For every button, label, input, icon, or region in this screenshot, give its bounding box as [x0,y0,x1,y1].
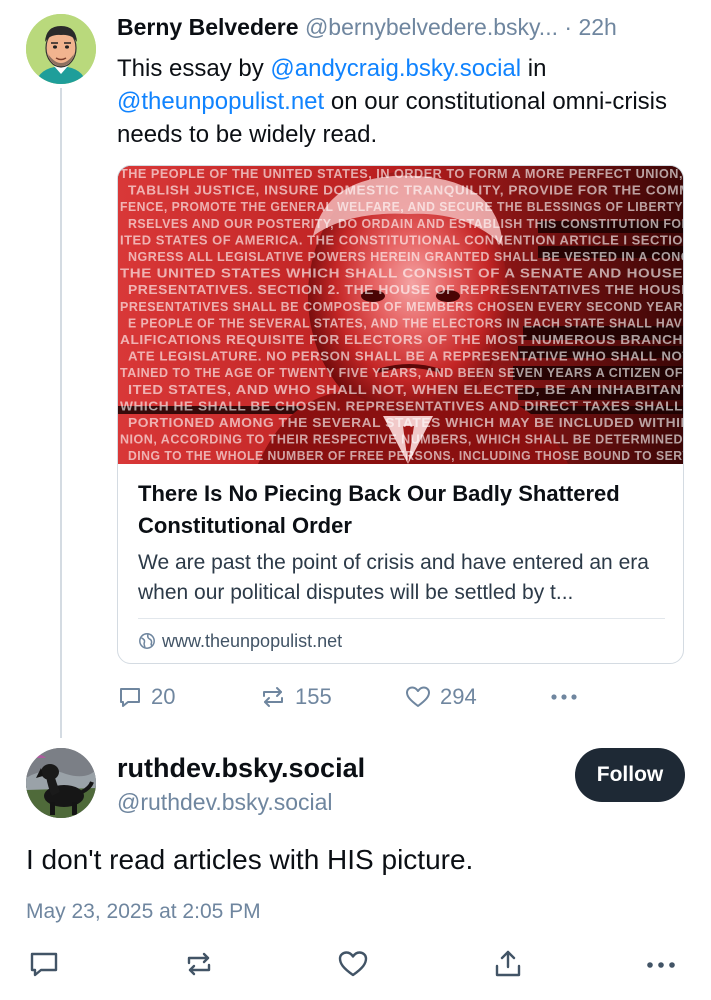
reply-timestamp: May 23, 2025 at 2:05 PM [26,900,261,923]
card-image-text-row: WHICH HE SHALL BE CHOSEN. REPRESENTATIVE… [120,399,683,413]
card-image-text-row: NGRESS ALL LEGISLATIVE POWERS HEREIN GRA… [128,250,684,264]
speech-bubble-icon [117,684,143,710]
post-text-part: This essay by [117,55,271,82]
card-divider [138,618,665,619]
share-upload-icon [492,948,524,985]
author-name[interactable]: Berny Belvedere [117,14,299,40]
avatar[interactable] [26,748,96,818]
ellipsis-icon [549,692,579,702]
card-image-text-row: NION, ACCORDING TO THEIR RESPECTIVE NUMB… [120,433,683,447]
avatar[interactable] [26,14,96,84]
post-header: Berny Belvedere @bernybelvedere.bsky... … [117,12,697,42]
card-image-text-row: ITED STATES, AND WHO SHALL NOT, WHEN ELE… [128,383,684,397]
author-handle[interactable]: @bernybelvedere.bsky... [305,14,558,40]
speech-bubble-icon [28,948,60,985]
card-image-text-row: TABLISH JUSTICE, INSURE DOMESTIC TRANQUI… [128,184,684,198]
reply-button[interactable]: 20 [117,680,175,714]
card-image-text-row: ITED STATES OF AMERICA. THE CONSTITUTION… [120,233,683,247]
repost-arrows-icon [259,684,287,710]
mention-link[interactable]: @andycraig.bsky.social [270,55,521,82]
follow-button[interactable]: Follow [575,748,685,802]
card-image-text-row: THE UNITED STATES WHICH SHALL CONSIST OF… [120,267,683,281]
card-domain[interactable]: www.theunpopulist.net [138,628,342,654]
share-button[interactable] [490,948,526,984]
ellipsis-icon [645,957,677,975]
card-image-text-row: DING TO THE WHOLE NUMBER OF FREE PERSONS… [128,449,684,463]
like-button[interactable] [335,948,371,984]
reply-text: I don't read articles with HIS picture. [26,844,474,875]
card-title[interactable]: There Is No Piecing Back Our Badly Shatt… [138,478,668,542]
card-image-text-row: RSELVES AND OUR POSTERITY, DO ORDAIN AND… [128,217,684,231]
reply-author-handle[interactable]: @ruthdev.bsky.social [117,786,333,818]
card-image-text-row: E PEOPLE OF THE SEVERAL STATES, AND THE … [128,316,684,330]
reply-actions [0,946,711,986]
link-card[interactable]: THE PEOPLE OF THE UNITED STATES, IN ORDE… [117,165,684,664]
card-image-text-row: ALIFICATIONS REQUISITE FOR ELECTORS OF T… [120,333,683,347]
globe-icon [138,632,156,650]
heart-icon [337,948,369,985]
repost-button[interactable]: 155 [259,680,332,714]
card-image-text-row: PRESENTATIVES SHALL BE COMPOSED OF MEMBE… [120,300,683,314]
reply-button[interactable] [26,948,62,984]
separator-dot: · [564,14,573,40]
card-image-text-row: TAINED TO THE AGE OF TWENTY FIVE YEARS, … [120,366,683,380]
card-image-text-row: PORTIONED AMONG THE SEVERAL STATES WHICH… [128,416,684,430]
repost-button[interactable] [181,948,217,984]
heart-icon [404,684,432,710]
like-count: 294 [440,684,477,709]
post-time[interactable]: 22h [578,14,616,40]
post-text-part: in [521,55,547,82]
post-actions: 20 155 294 [117,680,597,714]
more-options-button[interactable] [549,680,579,714]
card-description: We are past the point of crisis and have… [138,551,649,604]
card-image-text-row: THE PEOPLE OF THE UNITED STATES, IN ORDE… [120,167,683,181]
more-options-button[interactable] [643,948,679,984]
card-image-text-row: ATE LEGISLATURE. NO PERSON SHALL BE A RE… [128,350,684,364]
card-image-text-row: FENCE, PROMOTE THE GENERAL WELFARE, AND … [120,200,683,214]
card-image: THE PEOPLE OF THE UNITED STATES, IN ORDE… [118,166,684,464]
card-image-text-row: PRESENTATIVES. SECTION 2. THE HOUSE OF R… [128,283,684,297]
reply-count: 20 [151,684,176,709]
mention-link[interactable]: @theunpopulist.net [117,88,324,115]
post-text: This essay by @andycraig.bsky.social in … [117,52,687,151]
reply-author-name[interactable]: ruthdev.bsky.social [117,750,365,786]
repost-arrows-icon [183,948,215,985]
repost-count: 155 [295,684,332,709]
thread-line [60,88,62,738]
card-domain-text: www.theunpopulist.net [162,630,343,651]
like-button[interactable]: 294 [404,680,477,714]
